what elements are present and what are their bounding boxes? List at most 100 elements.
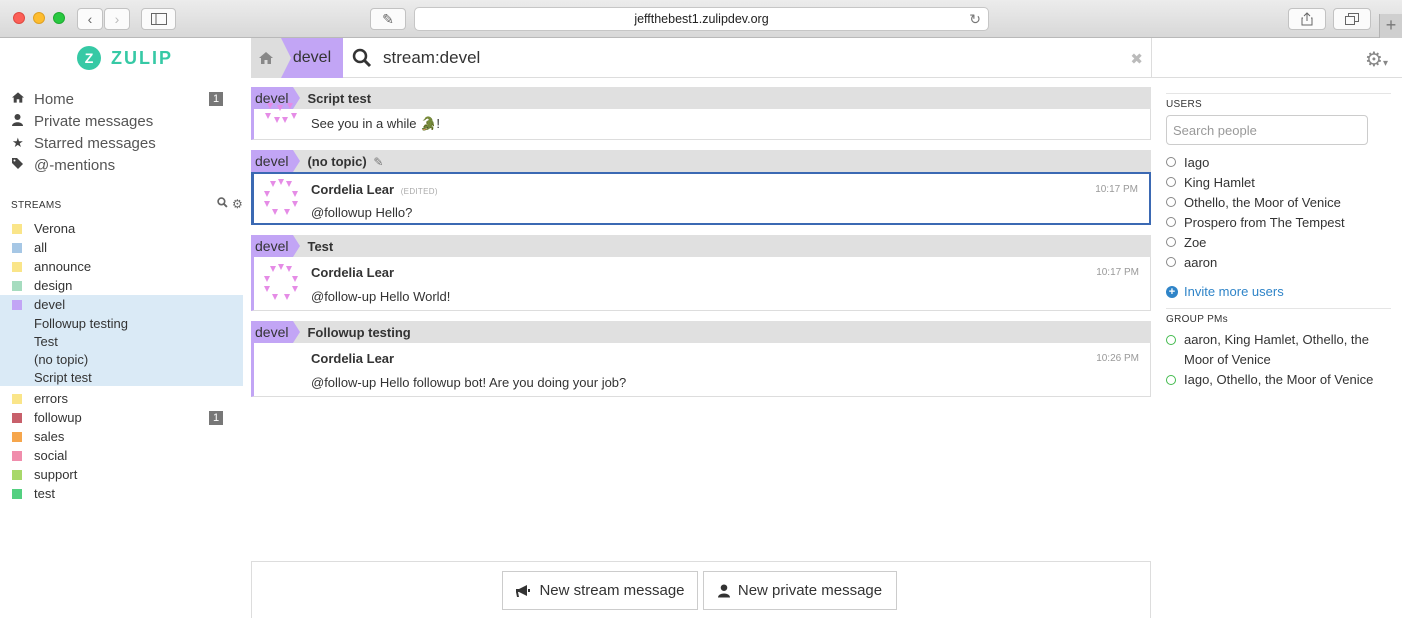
stream-item-followup[interactable]: followup 1 xyxy=(0,408,250,427)
message-row[interactable]: See you in a while 🐊! xyxy=(251,103,1151,140)
stream-item-social[interactable]: social xyxy=(0,446,250,465)
back-button[interactable]: ‹ xyxy=(77,8,103,30)
stream-item-test[interactable]: test xyxy=(0,484,250,503)
invite-more-users-link[interactable]: + Invite more users xyxy=(1166,284,1284,299)
reload-icon[interactable]: ↻ xyxy=(969,8,981,30)
home-narrow-button[interactable] xyxy=(251,38,281,78)
stream-item-design[interactable]: design xyxy=(0,276,250,295)
recipient-header[interactable]: devel Test xyxy=(251,235,1151,257)
zoom-window-button[interactable] xyxy=(53,12,65,24)
stream-item-devel-expanded: devel Followup testing Test (no topic) S… xyxy=(0,295,243,386)
nav-home-label: Home xyxy=(34,90,75,108)
recipient-topic-label[interactable]: Script test xyxy=(307,91,371,106)
user-list: Iago King Hamlet Othello, the Moor of Ve… xyxy=(1166,152,1396,272)
group-pms-title: GROUP PMs xyxy=(1166,314,1228,325)
search-bar[interactable]: stream:devel ✖ xyxy=(343,38,1151,78)
users-title: USERS xyxy=(1166,99,1202,110)
gear-icon[interactable]: ⚙▾ xyxy=(1365,47,1388,72)
top-navbar: devel stream:devel ✖ xyxy=(251,38,1151,78)
presence-idle-icon xyxy=(1166,257,1176,267)
stream-item-verona[interactable]: Verona xyxy=(0,219,250,238)
message-content: @follow-up Hello followup bot! Are you d… xyxy=(311,375,627,390)
new-stream-message-button[interactable]: New stream message xyxy=(502,571,698,610)
message-time[interactable]: 10:26 PM xyxy=(1096,353,1139,364)
message-row[interactable]: Cordelia Lear 10:17 PM @follow-up Hello … xyxy=(251,257,1151,311)
stream-item-all[interactable]: all xyxy=(0,238,250,257)
stream-color-swatch xyxy=(12,412,22,423)
extension-button[interactable]: ✎ xyxy=(370,8,406,30)
narrow-stream-tab[interactable]: devel xyxy=(281,38,343,78)
minimize-window-button[interactable] xyxy=(33,12,45,24)
topic-item[interactable]: Followup testing xyxy=(0,314,243,332)
stream-item-support[interactable]: support xyxy=(0,465,250,484)
user-item[interactable]: Othello, the Moor of Venice xyxy=(1166,192,1396,212)
message-sender[interactable]: Cordelia Lear xyxy=(311,182,394,197)
message-time[interactable]: 10:17 PM xyxy=(1096,267,1139,278)
recipient-stream-label[interactable]: devel xyxy=(251,321,302,343)
message-row[interactable]: Cordelia Lear 10:26 PM @follow-up Hello … xyxy=(251,343,1151,397)
user-item[interactable]: Iago xyxy=(1166,152,1396,172)
user-name: aaron xyxy=(1184,254,1218,270)
recipient-stream-label[interactable]: devel xyxy=(251,150,302,172)
message-row-selected[interactable]: Cordelia Lear (EDITED) 10:17 PM @followu… xyxy=(251,172,1151,225)
evernote-icon: ✎ xyxy=(382,10,394,27)
nav-mentions[interactable]: @-mentions xyxy=(0,154,250,176)
stream-search-icon[interactable] xyxy=(217,197,232,211)
stream-item-announce[interactable]: announce xyxy=(0,257,250,276)
search-query[interactable]: stream:devel xyxy=(383,48,480,68)
nav-starred[interactable]: ★ Starred messages xyxy=(0,132,250,154)
clear-search-icon[interactable]: ✖ xyxy=(1130,50,1143,68)
message-sender[interactable]: Cordelia Lear xyxy=(311,351,394,366)
brand-logo[interactable]: Z ZULIP xyxy=(0,38,250,78)
address-bar[interactable]: jeffthebest1.zulipdev.org ↻ xyxy=(414,7,989,31)
presence-idle-icon xyxy=(1166,177,1176,187)
message-time[interactable]: 10:17 PM xyxy=(1095,184,1138,195)
tabs-overview-button[interactable] xyxy=(1333,8,1371,30)
close-window-button[interactable] xyxy=(13,12,25,24)
nav-private-label: Private messages xyxy=(34,112,154,130)
user-item[interactable]: aaron xyxy=(1166,252,1396,272)
group-pm-item[interactable]: Iago, Othello, the Moor of Venice xyxy=(1166,370,1396,390)
new-private-message-button[interactable]: New private message xyxy=(703,571,897,610)
home-icon xyxy=(12,92,34,106)
recipient-topic-label[interactable]: Followup testing xyxy=(307,325,410,340)
message-sender[interactable]: Cordelia Lear xyxy=(311,265,394,280)
stream-item-errors[interactable]: errors xyxy=(0,389,250,408)
recipient-header[interactable]: devel Script test xyxy=(251,87,1151,109)
stream-settings-gear-icon[interactable]: ⚙ xyxy=(232,197,243,211)
recipient-topic-label[interactable]: Test xyxy=(307,239,333,254)
new-tab-button[interactable]: + xyxy=(1379,14,1402,38)
sidebar-toggle-button[interactable] xyxy=(141,8,176,30)
crocodile-emoji: 🐊! xyxy=(420,116,440,131)
edit-topic-pencil-icon[interactable]: ✎ xyxy=(373,155,383,169)
edited-indicator: (EDITED) xyxy=(400,187,438,196)
recipient-header[interactable]: devel Followup testing xyxy=(251,321,1151,343)
nav-home[interactable]: Home 1 xyxy=(0,88,250,110)
left-sidebar: Home 1 Private messages ★ Starred messag… xyxy=(0,78,250,618)
topic-item[interactable]: (no topic) xyxy=(0,350,243,368)
group-pm-item[interactable]: aaron, King Hamlet, Othello, the Moor of… xyxy=(1166,330,1396,370)
stream-color-swatch xyxy=(12,223,22,234)
message-list: devel Script test See you in a while 🐊! … xyxy=(251,87,1151,397)
chevron-left-icon: ‹ xyxy=(87,11,93,27)
share-button[interactable] xyxy=(1288,8,1326,30)
nav-private-messages[interactable]: Private messages xyxy=(0,110,250,132)
topic-item[interactable]: Script test xyxy=(0,368,243,386)
share-icon xyxy=(1301,12,1313,26)
forward-button[interactable]: › xyxy=(104,8,130,30)
user-item[interactable]: King Hamlet xyxy=(1166,172,1396,192)
stream-item-devel[interactable]: devel xyxy=(0,295,243,314)
recipient-topic-label[interactable]: (no topic) xyxy=(307,154,366,169)
nav-starred-label: Starred messages xyxy=(34,134,156,152)
user-name: Zoe xyxy=(1184,234,1207,250)
search-people-input[interactable] xyxy=(1166,115,1368,145)
group-pm-names: Iago, Othello, the Moor of Venice xyxy=(1184,372,1374,387)
user-item[interactable]: Prospero from The Tempest xyxy=(1166,212,1396,232)
recipient-stream-label[interactable]: devel xyxy=(251,235,302,257)
user-item[interactable]: Zoe xyxy=(1166,232,1396,252)
stream-item-sales[interactable]: sales xyxy=(0,427,250,446)
topic-item[interactable]: Test xyxy=(0,332,243,350)
stream-name: Verona xyxy=(34,221,76,236)
recipient-header[interactable]: devel (no topic) ✎ xyxy=(251,150,1151,172)
stream-name: followup xyxy=(34,410,82,425)
